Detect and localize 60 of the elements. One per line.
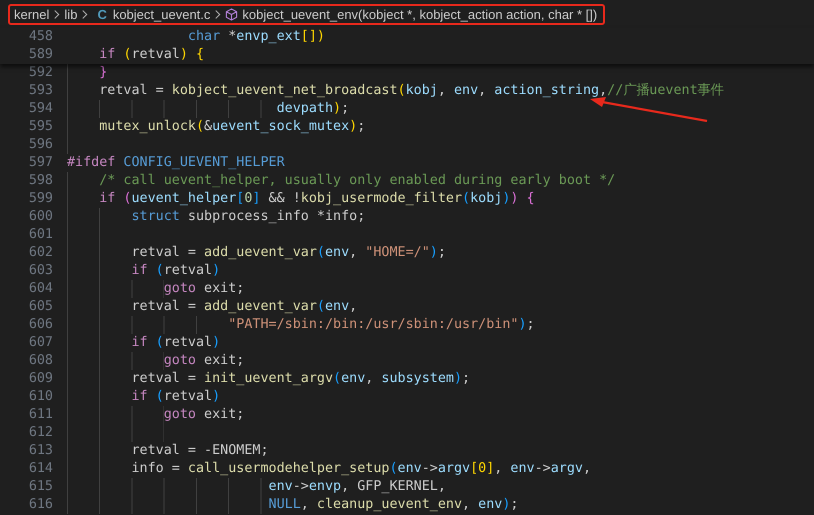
code-line: if (uevent_helper[0] && !kobj_usermode_filter(kobj)) { [99, 190, 535, 208]
line-number: 594 [28, 100, 53, 118]
code-line: /* call uevent_helper, usually only enabled during early boot */ [99, 172, 616, 190]
line-number: 608 [28, 352, 53, 370]
code-line: if (retval) [131, 262, 220, 280]
line-number: 607 [28, 334, 53, 352]
code-line: mutex_unlock(&uevent_sock_mutex); [99, 118, 366, 136]
line-number: 611 [28, 406, 53, 424]
code-line: } [99, 64, 108, 82]
line-number: 592 [28, 64, 53, 82]
line-number: 616 [28, 496, 53, 514]
line-number: 605 [28, 298, 53, 316]
code-line: retval = kobject_uevent_net_broadcast(kobj, env, action_string,//广播uevent事件 [99, 82, 724, 100]
file-crumb[interactable]: kobject_uevent.c [112, 6, 210, 22]
code-line: if (retval) [131, 388, 220, 406]
symbol-crumb[interactable]: kobject_uevent_env(kobject *, kobject_action action, char * []) [242, 6, 598, 22]
line-number: 599 [28, 190, 53, 208]
line-number: 600 [28, 208, 53, 226]
line-number: 603 [28, 262, 53, 280]
line-number: 609 [28, 370, 53, 388]
line-number: 596 [28, 136, 53, 154]
chevron-icon [214, 8, 222, 20]
code-line: goto exit; [164, 352, 244, 370]
line-number: 598 [28, 172, 53, 190]
code-line: #ifdef CONFIG_UEVENT_HELPER [67, 154, 285, 172]
code-line: "PATH=/sbin:/bin:/usr/sbin:/usr/bin"); [228, 316, 535, 334]
code-line: retval = add_uevent_var(env, [131, 298, 358, 316]
line-number: 615 [28, 478, 53, 496]
line-number: 458 [28, 28, 53, 46]
code-line: if (retval) { [99, 46, 204, 64]
line-number: 612 [28, 424, 53, 442]
chevron-icon [53, 8, 60, 20]
code-line: retval = -ENOMEM; [131, 442, 269, 460]
code-line: retval = init_uevent_argv(env, subsystem); [131, 370, 470, 388]
code-line: NULL, cleanup_uevent_env, env); [268, 496, 518, 514]
folder-crumb[interactable]: kernel [14, 6, 50, 22]
line-number: 601 [28, 226, 53, 244]
folder-crumb[interactable]: lib [64, 6, 78, 22]
code-line: goto exit; [164, 406, 244, 424]
c-file-icon: C [97, 6, 107, 22]
line-number: 597 [28, 154, 53, 172]
line-number: 593 [28, 82, 53, 100]
code-line: env->envp, GFP_KERNEL, [268, 478, 446, 496]
chevron-icon [81, 8, 88, 20]
line-number: 589 [28, 46, 53, 64]
line-number: 602 [28, 244, 53, 262]
line-number: 614 [28, 460, 53, 478]
line-number: 610 [28, 388, 53, 406]
code-line: goto exit; [164, 280, 244, 298]
code-line: struct subprocess_info *info; [131, 208, 366, 226]
line-number: 604 [28, 280, 53, 298]
code-line: char *envp_ext[]) [188, 28, 325, 46]
code-line: retval = add_uevent_var(env, "HOME=/"); [131, 244, 446, 262]
line-number: 606 [28, 316, 53, 334]
line-number: 595 [28, 118, 53, 136]
cube-icon [225, 8, 238, 20]
code-line: if (retval) [131, 334, 220, 352]
line-number: 613 [28, 442, 53, 460]
code-line: devpath); [276, 100, 350, 118]
code-line: info = call_usermodehelper_setup(env->argv[0], env->argv, [131, 460, 592, 478]
